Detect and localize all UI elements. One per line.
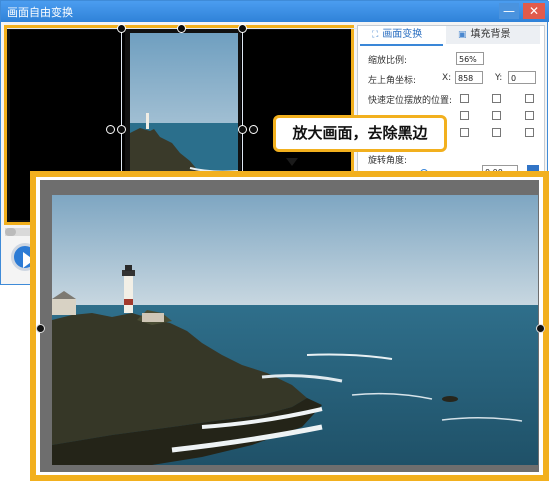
scroll-thumb[interactable] xyxy=(5,228,16,236)
resize-handle-right-outer[interactable] xyxy=(249,125,258,134)
position-bottom-right-checkbox[interactable] xyxy=(525,128,534,137)
x-input[interactable]: 858 xyxy=(455,71,483,84)
position-middle-left-checkbox[interactable] xyxy=(460,111,469,120)
position-bottom-left-checkbox[interactable] xyxy=(460,128,469,137)
tab-fill-background[interactable]: ▣ 填充背景 xyxy=(446,26,540,44)
x-label: X: xyxy=(442,73,452,83)
callout-pointer-icon xyxy=(286,158,298,166)
callout-box: 放大画面，去除黑边 xyxy=(273,115,447,152)
zoom-handle-right[interactable] xyxy=(536,324,545,333)
position-bottom-center-checkbox[interactable] xyxy=(492,128,501,137)
position-top-left-checkbox[interactable] xyxy=(460,94,469,103)
position-top-right-checkbox[interactable] xyxy=(525,94,534,103)
window-title: 画面自由变换 xyxy=(7,6,73,19)
quick-position-label: 快速定位摆放的位置: xyxy=(368,96,453,106)
tab-transform[interactable]: ⛶ 画面变换 xyxy=(360,26,443,46)
tab-fill-label: 填充背景 xyxy=(470,29,511,40)
close-button[interactable]: ✕ xyxy=(523,3,545,19)
scale-input[interactable]: 56% xyxy=(456,52,484,65)
resize-handle-top-right[interactable] xyxy=(238,24,247,33)
zoomed-canvas xyxy=(36,180,545,472)
zoomed-image xyxy=(52,195,538,465)
resize-handle-top[interactable] xyxy=(177,24,186,33)
fill-icon: ▣ xyxy=(458,30,467,40)
transform-icon: ⛶ xyxy=(372,30,379,40)
position-top-center-checkbox[interactable] xyxy=(492,94,501,103)
position-center-checkbox[interactable] xyxy=(492,111,501,120)
resize-handle-left[interactable] xyxy=(117,125,126,134)
zoom-handle-left[interactable] xyxy=(36,324,45,333)
minimize-button[interactable]: — xyxy=(499,3,519,19)
scale-label: 缩放比例: xyxy=(368,56,408,66)
tab-transform-label: 画面变换 xyxy=(382,29,423,40)
resize-handle-top-left[interactable] xyxy=(117,24,126,33)
resize-handle-left-outer[interactable] xyxy=(106,125,115,134)
position-middle-right-checkbox[interactable] xyxy=(525,111,534,120)
y-input[interactable]: 0 xyxy=(508,71,536,84)
title-bar[interactable]: 画面自由变换 — ✕ xyxy=(1,1,549,22)
rotate-label: 旋转角度: xyxy=(368,156,408,166)
resize-handle-right[interactable] xyxy=(238,125,247,134)
zoomed-preview xyxy=(30,171,549,481)
top-left-coord-label: 左上角坐标: xyxy=(368,76,417,86)
y-label: Y: xyxy=(495,73,503,83)
